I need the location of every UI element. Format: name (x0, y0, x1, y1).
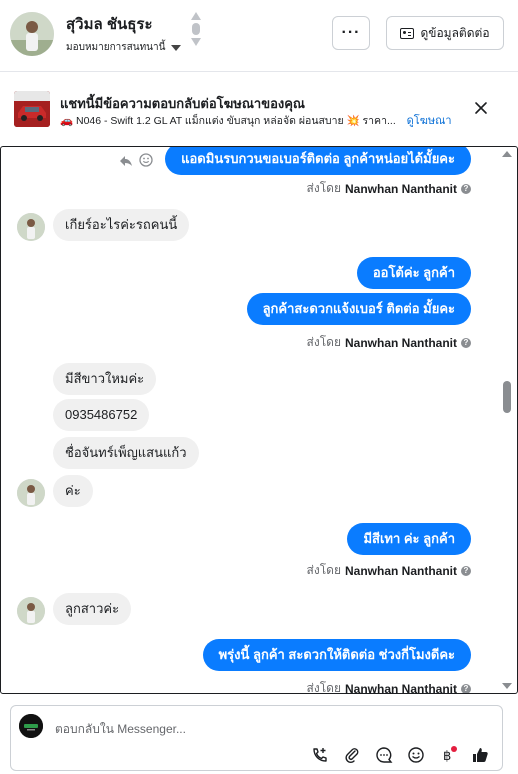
saved-reply-icon[interactable] (375, 746, 393, 764)
ad-banner-subtitle: 🚗 N046 - Swift 1.2 GL AT แม็กแต่ง ขับสนุ… (60, 111, 452, 129)
help-icon[interactable]: ? (461, 183, 471, 194)
sender-name: Nanwhan Nanthanit (344, 181, 457, 196)
contact-card-icon (400, 27, 415, 39)
view-ad-link[interactable]: ดูโฆษณา (407, 115, 452, 127)
outgoing-message[interactable]: ลูกค้าสะดวกแจ้งเบอร์ ติดต่อ มั้ยคะ (246, 293, 471, 325)
outgoing-message[interactable]: พรุ่งนี้ ลูกค้า สะดวกให้ติดต่อ ช่วงกี่โม… (202, 639, 471, 671)
scroll-up-arrow[interactable] (502, 151, 512, 157)
sent-by-label: ส่งโดย Nanwhan Nanthanit ? (307, 561, 471, 580)
page-avatar (19, 714, 43, 738)
incoming-message[interactable]: ชื่อจันทร์เพ็ญแสนแก้ว (53, 437, 199, 469)
nav-handle (192, 23, 200, 35)
incoming-message[interactable]: ค่ะ (53, 475, 93, 507)
contact-avatar-small (17, 597, 45, 625)
contact-avatar[interactable] (10, 12, 54, 56)
view-contact-info-label: ดูข้อมูลติดต่อ (420, 25, 490, 40)
incoming-message[interactable]: เกียร์อะไรค่ะรถคนนี้ (53, 209, 190, 241)
message-actions (119, 153, 153, 172)
ad-thumbnail (14, 91, 50, 127)
sent-by-prefix: ส่งโดย (306, 681, 341, 694)
sent-by-label: ส่งโดย Nanwhan Nanthanit ? (307, 179, 471, 198)
close-icon[interactable] (472, 99, 490, 117)
reply-input[interactable]: ตอบกลับใน Messenger... (55, 720, 186, 739)
phone-add-icon[interactable] (311, 746, 329, 764)
arrow-down-icon[interactable] (191, 38, 201, 46)
svg-text:฿: ฿ (443, 749, 451, 764)
sent-by-label: ส่งโดย Nanwhan Nanthanit ? (307, 333, 471, 352)
incoming-message[interactable]: 0935486752 (53, 399, 150, 431)
outgoing-message[interactable]: มีสีเทา ค่ะ ลูกค้า (347, 523, 471, 555)
sent-by-label: ส่งโดย Nanwhan Nanthanit ? (306, 679, 471, 694)
assign-label: มอบหมายการสนทนานี้ (66, 42, 166, 53)
scrollbar-thumb[interactable] (503, 381, 511, 413)
sender-name: Nanwhan Nanthanit (344, 681, 457, 694)
conversation-nav[interactable] (190, 12, 202, 58)
emoji-icon[interactable] (407, 746, 425, 764)
scroll-down-arrow[interactable] (502, 683, 512, 689)
outgoing-message[interactable]: แอดมินรบกวนขอเบอร์ติดต่อ ลูกค้าหน่อยได้ม… (165, 147, 471, 175)
arrow-up-icon[interactable] (191, 12, 201, 20)
assign-conversation-dropdown[interactable]: มอบหมายการสนทนานี้ (66, 40, 182, 55)
reaction-icon[interactable] (139, 153, 153, 172)
thumbs-up-icon[interactable] (471, 746, 489, 764)
sent-by-prefix: ส่งโดย (306, 563, 341, 577)
contact-avatar-small (17, 213, 45, 241)
ad-reply-banner: แชทนี้มีข้อความตอบกลับต่อโฆษณาของคุณ 🚗 N… (0, 73, 518, 145)
outgoing-message[interactable]: ออโต้ค่ะ ลูกค้า (356, 257, 471, 289)
incoming-message[interactable]: มีสีขาวใหมค่ะ (53, 363, 157, 395)
conversation-header: สุวิมล ชันธุระ มอบหมายการสนทนานี้ ··· ดู… (0, 0, 518, 72)
view-contact-info-button[interactable]: ดูข้อมูลติดต่อ (386, 16, 504, 50)
payment-baht-icon[interactable]: ฿ (439, 746, 457, 764)
reply-composer[interactable]: ตอบกลับใน Messenger... ฿ (10, 705, 503, 771)
ad-description: 🚗 N046 - Swift 1.2 GL AT แม็กแต่ง ขับสนุ… (60, 115, 396, 127)
composer-toolbar: ฿ (311, 746, 489, 764)
contact-name[interactable]: สุวิมล ชันธุระ (66, 12, 153, 36)
attachment-icon[interactable] (343, 746, 361, 764)
incoming-message[interactable]: ลูกสาวค่ะ (53, 593, 132, 625)
contact-avatar-small (17, 479, 45, 507)
help-icon[interactable]: ? (461, 565, 471, 576)
sender-name: Nanwhan Nanthanit (344, 335, 457, 350)
sender-name: Nanwhan Nanthanit (344, 563, 457, 578)
help-icon[interactable]: ? (461, 683, 471, 693)
more-options-button[interactable]: ··· (332, 16, 370, 50)
help-icon[interactable]: ? (461, 337, 471, 348)
sent-by-prefix: ส่งโดย (306, 335, 341, 349)
chevron-down-icon (171, 45, 182, 51)
message-thread[interactable]: แอดมินรบกวนขอเบอร์ติดต่อ ลูกค้าหน่อยได้ม… (0, 146, 518, 694)
reply-icon[interactable] (119, 154, 133, 172)
sent-by-prefix: ส่งโดย (306, 181, 341, 195)
